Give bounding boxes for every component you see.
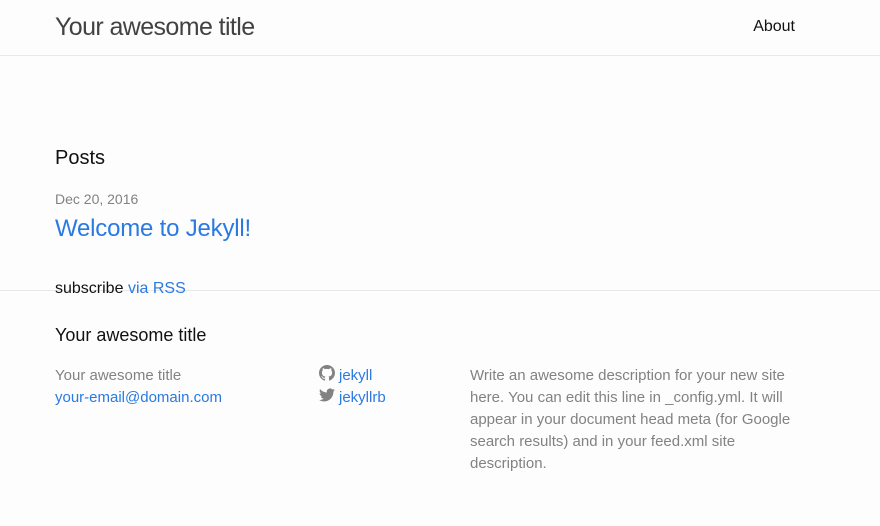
footer-email-link[interactable]: your-email@domain.com — [55, 389, 222, 406]
footer-description: Write an awesome description for your ne… — [470, 367, 791, 472]
site-header: Your awesome title About — [0, 0, 880, 56]
twitter-row: jekyllrb — [319, 387, 386, 409]
posts-heading: Posts — [55, 147, 106, 169]
github-link[interactable]: jekyll — [339, 365, 372, 387]
github-row: jekyll — [319, 364, 386, 388]
footer-contact: Your awesome title your-email@domain.com — [55, 365, 222, 409]
github-icon — [319, 364, 339, 388]
footer-social: jekyll jekyllrb — [319, 364, 386, 409]
site-footer: Your awesome title Your awesome title yo… — [0, 291, 880, 526]
footer-heading: Your awesome title — [55, 325, 207, 345]
twitter-link[interactable]: jekyllrb — [339, 387, 386, 409]
page-content: Posts Dec 20, 2016 Welcome to Jekyll! su… — [0, 56, 880, 297]
twitter-icon — [319, 387, 339, 410]
site-title-link[interactable]: Your awesome title — [55, 11, 255, 43]
footer-site-name: Your awesome title — [55, 367, 182, 384]
nav-about-link[interactable]: About — [753, 17, 795, 37]
post-date: Dec 20, 2016 — [55, 191, 139, 207]
post-title-link[interactable]: Welcome to Jekyll! — [55, 214, 251, 243]
